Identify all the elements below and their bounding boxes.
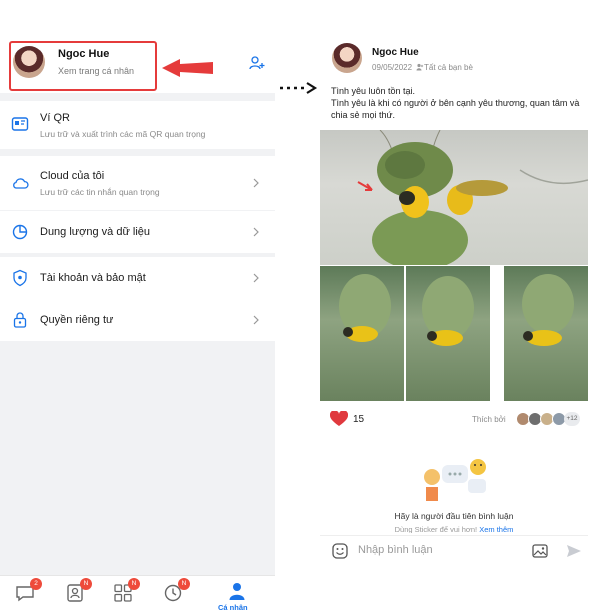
comment-bar: Nhập bình luận — [320, 535, 588, 565]
post-photo-thumb[interactable] — [406, 266, 490, 401]
post-photo-main[interactable] — [320, 130, 588, 265]
bird-image — [522, 274, 574, 346]
menu-subtitle: Lưu trữ và xuất trình các mã QR quan trọ… — [40, 129, 206, 139]
profile-menu-panel: Ngoc Hue Xem trang cá nhân Ví QR Lưu trữ… — [0, 35, 275, 615]
nav-profile-label: Cá nhân — [218, 603, 248, 612]
notification-badge: N — [178, 578, 190, 590]
post-photo-thumb[interactable] — [504, 266, 588, 401]
sticker-illustration-icon — [424, 459, 486, 501]
post-text-line: Tình yêu là khi có người ở bên cạnh yêu … — [331, 98, 580, 120]
profile-header[interactable]: Ngoc Hue Xem trang cá nhân — [0, 35, 275, 93]
author-name[interactable]: Ngoc Hue — [372, 47, 419, 58]
qr-wallet-icon — [11, 117, 29, 131]
post-date: 09/05/2022 — [372, 63, 413, 72]
sticker-hint-text: Dùng Sticker để vui hơn! — [394, 525, 478, 533]
menu-title: Cloud của tôi — [40, 170, 105, 182]
menu-title: Ví QR — [40, 112, 70, 124]
notification-badge: N — [128, 578, 140, 590]
menu-item-my-cloud[interactable]: Cloud của tôi Lưu trữ các tin nhắn quan … — [0, 156, 275, 210]
menu-item-qr-wallet[interactable]: Ví QR Lưu trữ và xuất trình các mã QR qu… — [0, 101, 275, 149]
post-detail-panel: Ngoc Hue 09/05/2022 Tất cả bạn bè Tình y… — [320, 35, 588, 580]
see-more-link[interactable]: Xem thêm — [479, 525, 513, 533]
cloud-icon — [13, 178, 29, 189]
author-avatar[interactable] — [332, 43, 362, 73]
empty-comments-text: Hãy là người đầu tiên bình luận — [394, 511, 514, 521]
menu-title: Quyền riêng tư — [40, 314, 114, 326]
pie-chart-icon — [12, 224, 28, 240]
friends-icon — [416, 63, 424, 71]
chevron-right-icon — [253, 315, 259, 325]
liked-by-label[interactable]: Thích bởi — [472, 415, 506, 424]
menu-title: Dung lượng và dữ liệu — [40, 226, 150, 238]
post-photo-thumb[interactable] — [320, 266, 404, 401]
post-text-line: Tình yêu luôn tồn tại. — [331, 86, 416, 96]
annotation-arrow-icon — [162, 59, 213, 77]
like-count: 15 — [353, 414, 365, 425]
emoji-icon[interactable] — [332, 543, 348, 559]
likes-row: 15 Thích bởi +12 — [320, 409, 588, 431]
comment-input[interactable]: Nhập bình luận — [358, 544, 433, 556]
bird-image — [339, 274, 391, 342]
chevron-right-icon — [253, 273, 259, 283]
chevron-right-icon — [253, 178, 259, 188]
lock-icon — [13, 312, 27, 328]
more-likers-count[interactable]: +12 — [564, 412, 580, 426]
person-icon — [229, 583, 245, 600]
nav-contacts[interactable]: N — [64, 578, 92, 604]
heart-icon[interactable] — [330, 411, 348, 427]
menu-item-storage-data[interactable]: Dung lượng và dữ liệu — [0, 211, 275, 253]
nav-timeline[interactable]: N — [162, 578, 190, 604]
send-icon[interactable] — [566, 543, 582, 559]
menu-item-account-security[interactable]: Tài khoản và bảo mật — [0, 257, 275, 299]
nav-discover[interactable]: N — [112, 578, 140, 604]
notification-badge: N — [80, 578, 92, 590]
image-icon[interactable] — [532, 543, 548, 559]
shield-icon — [13, 269, 27, 287]
notification-badge: 2 — [30, 578, 42, 590]
highlight-box — [9, 41, 157, 91]
birds-nest-image — [357, 130, 588, 265]
bird-image — [422, 276, 474, 346]
add-friend-icon[interactable] — [249, 55, 265, 71]
nav-profile[interactable] — [226, 580, 248, 602]
chevron-right-icon — [253, 227, 259, 237]
dotted-arrow-icon — [280, 82, 318, 94]
menu-item-privacy[interactable]: Quyền riêng tư — [0, 299, 275, 341]
post-audience: Tất cả bạn bè — [424, 63, 473, 72]
sticker-hint: Dùng Sticker để vui hơn! Xem thêm — [320, 525, 588, 533]
bottom-navigation: 2 N N N Cá nhân — [0, 575, 275, 615]
menu-subtitle: Lưu trữ các tin nhắn quan trọng — [40, 187, 160, 197]
nav-messages[interactable]: 2 — [14, 578, 42, 604]
menu-title: Tài khoản và bảo mật — [40, 272, 146, 284]
